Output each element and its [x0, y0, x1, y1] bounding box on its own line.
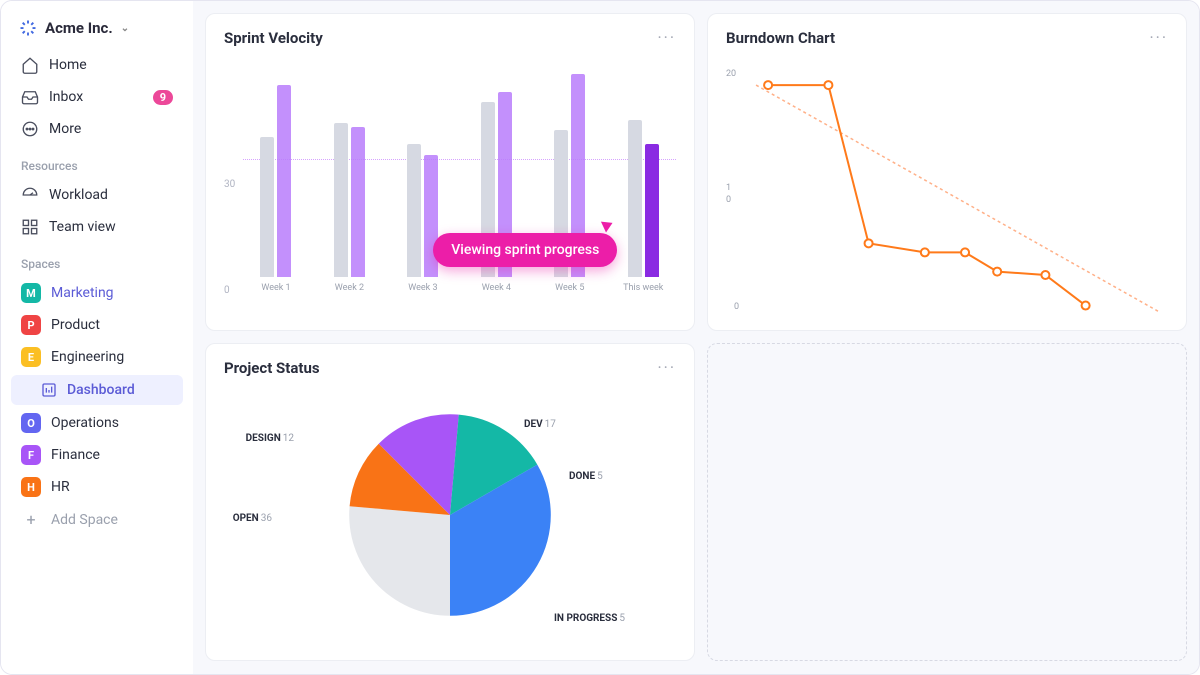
- x-tick: Week 3: [408, 283, 437, 293]
- bar-planned: [628, 120, 642, 278]
- section-spaces-title: Spaces: [11, 243, 183, 277]
- y-tick: 0: [734, 302, 739, 312]
- card-title: Sprint Velocity: [224, 29, 323, 47]
- pie-label-done: DONE5: [569, 471, 603, 482]
- card-title: Burndown Chart: [726, 29, 835, 47]
- workspace-switcher[interactable]: Acme Inc. ⌄: [11, 15, 183, 49]
- y-tick: 0: [726, 195, 731, 205]
- card-project-status: Project Status ··· OPEN36 DESIGN12 DEV17 DO…: [205, 343, 695, 661]
- nav-workload[interactable]: Workload: [11, 179, 183, 211]
- sidebar: Acme Inc. ⌄ Home Inbox 9 More Resources …: [1, 1, 193, 674]
- pie-label-open: OPEN36: [233, 513, 272, 524]
- nav-inbox-label: Inbox: [49, 89, 143, 105]
- bar-completed: [351, 127, 365, 278]
- add-space-label: Add Space: [51, 512, 118, 528]
- nav-teamview[interactable]: Team view: [11, 211, 183, 243]
- main-content: Sprint Velocity ··· 30 0 Week 1 Week 2 W…: [193, 1, 1199, 674]
- y-tick: 20: [726, 69, 736, 79]
- add-space-button[interactable]: + Add Space: [11, 503, 183, 536]
- bar-completed: [277, 85, 291, 278]
- y-tick: 0: [224, 285, 235, 296]
- x-tick: Week 1: [261, 283, 290, 293]
- space-token-icon: H: [21, 477, 41, 497]
- space-label: Finance: [51, 447, 100, 463]
- y-tick: 1: [726, 183, 731, 193]
- pie-chart-svg: [345, 410, 555, 620]
- dashboard-icon: [41, 382, 57, 398]
- bar-completed: [645, 144, 659, 277]
- workspace-logo-icon: [19, 19, 37, 37]
- dashboard-label: Dashboard: [67, 382, 135, 398]
- chevron-down-icon: ⌄: [121, 23, 129, 34]
- space-token-icon: P: [21, 315, 41, 335]
- bar-planned: [260, 137, 274, 277]
- sidebar-space-operations[interactable]: O Operations: [11, 407, 183, 439]
- nav-workload-label: Workload: [49, 187, 173, 203]
- space-label: Marketing: [51, 285, 114, 301]
- nav-home[interactable]: Home: [11, 49, 183, 81]
- space-token-icon: F: [21, 445, 41, 465]
- nav-inbox[interactable]: Inbox 9: [11, 81, 183, 113]
- empty-card-placeholder[interactable]: [707, 343, 1187, 661]
- space-token-icon: M: [21, 283, 41, 303]
- sprint-velocity-chart: 30 0 Week 1 Week 2 Week 3 Week 4 Week 5 …: [224, 53, 676, 316]
- space-label: HR: [51, 479, 70, 495]
- nav-teamview-label: Team view: [49, 219, 173, 235]
- burndown-chart: 20 1 0 0: [726, 53, 1168, 318]
- space-label: Product: [51, 317, 100, 333]
- nav-more-label: More: [49, 121, 173, 137]
- card-burndown: Burndown Chart ··· 20 1 0 0: [707, 13, 1187, 331]
- tooltip-pill: Viewing sprint progress: [433, 233, 617, 267]
- pie-label-design: DESIGN12: [246, 433, 294, 444]
- grid-icon: [21, 218, 39, 236]
- bar-planned: [407, 144, 421, 277]
- x-tick: This week: [623, 283, 663, 293]
- burndown-svg: [746, 63, 1168, 318]
- space-label: Operations: [51, 415, 119, 431]
- card-more-button[interactable]: ···: [657, 28, 676, 47]
- bar-planned: [334, 123, 348, 277]
- card-more-button[interactable]: ···: [1149, 28, 1168, 47]
- pie-label-in-progress: IN PROGRESS5: [554, 613, 625, 624]
- home-icon: [21, 56, 39, 74]
- pie-label-dev: DEV17: [524, 419, 556, 430]
- gauge-icon: [21, 186, 39, 204]
- more-icon: [21, 120, 39, 138]
- pie-slice-open: [349, 506, 450, 616]
- y-tick: 30: [224, 179, 235, 190]
- sidebar-space-product[interactable]: P Product: [11, 309, 183, 341]
- sidebar-space-marketing[interactable]: M Marketing: [11, 277, 183, 309]
- inbox-icon: [21, 88, 39, 106]
- card-title: Project Status: [224, 359, 320, 377]
- workspace-name: Acme Inc.: [45, 19, 113, 37]
- nav-home-label: Home: [49, 57, 173, 73]
- nav-more[interactable]: More: [11, 113, 183, 145]
- x-tick: Week 4: [482, 283, 511, 293]
- inbox-badge: 9: [153, 90, 173, 105]
- sidebar-space-engineering[interactable]: E Engineering: [11, 341, 183, 373]
- space-token-icon: O: [21, 413, 41, 433]
- sidebar-space-hr[interactable]: H HR: [11, 471, 183, 503]
- plus-icon: +: [21, 510, 41, 529]
- space-token-icon: E: [21, 347, 41, 367]
- card-more-button[interactable]: ···: [657, 358, 676, 377]
- card-sprint-velocity: Sprint Velocity ··· 30 0 Week 1 Week 2 W…: [205, 13, 695, 331]
- space-label: Engineering: [51, 349, 124, 365]
- x-tick: Week 5: [555, 283, 584, 293]
- sidebar-item-dashboard[interactable]: Dashboard: [11, 375, 183, 405]
- project-status-chart: OPEN36 DESIGN12 DEV17 DONE5 IN PROGRESS5: [224, 383, 676, 646]
- section-resources-title: Resources: [11, 145, 183, 179]
- x-tick: Week 2: [335, 283, 364, 293]
- sidebar-space-finance[interactable]: F Finance: [11, 439, 183, 471]
